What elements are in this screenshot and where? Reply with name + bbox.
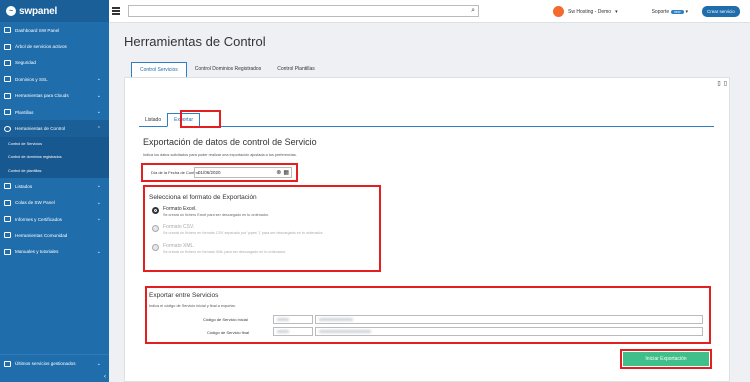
subitem-control-servicios[interactable]: Control de Servicios — [0, 136, 109, 151]
globe-icon — [4, 76, 11, 83]
book-icon — [4, 248, 11, 255]
subtab-listado[interactable]: Listado — [139, 114, 167, 126]
sidebar-item-dominios[interactable]: Dominios y SSL ⌄ — [0, 71, 109, 87]
between-description: Indica el código de Servicio inicial y f… — [149, 304, 236, 308]
page-title: Herramientas de Control — [124, 34, 266, 49]
iniciar-exportacion-button[interactable]: Iniciar Exportación — [623, 352, 709, 366]
topbar: ⌕ Sw Hosting - Demo ▾ Soporte new ▾ Crear … — [109, 0, 750, 23]
brand-name: swpanel — [19, 5, 58, 17]
subitem-control-plantillas[interactable]: Control de plantillas — [0, 164, 109, 179]
subitem-control-dominios[interactable]: Control de dominios registrados — [0, 150, 109, 165]
logo[interactable]: ~ swpanel — [0, 0, 109, 22]
highlight-exportar — [180, 110, 221, 128]
final-field-2[interactable] — [315, 327, 703, 336]
cloud-tools-icon — [4, 92, 11, 99]
sidebar-item-ultimos[interactable]: Últimos servicios gestionados ⌄ — [0, 354, 109, 372]
radio-xml[interactable]: Formato XML. Se creará un fichero en form… — [152, 243, 286, 254]
between-title: Exportar entre Servicios — [149, 292, 219, 299]
sidebar-item-dashboard[interactable]: Dashboard SW Panel — [0, 22, 109, 38]
main-tabs: Control Servicios Control Dominios Regis… — [131, 62, 323, 77]
radio-excel[interactable]: Formato Excel. Se creará un fichero Excel… — [152, 206, 269, 217]
hamburger-menu-icon[interactable] — [112, 7, 120, 15]
sidebar-item-comunidad[interactable]: Herramientas Comunidad — [0, 227, 109, 243]
queue-icon — [4, 199, 11, 206]
radio-unselected-icon — [152, 244, 159, 251]
dashboard-icon — [4, 27, 11, 34]
radio-selected-icon — [152, 207, 159, 214]
caret-down-icon[interactable]: ▾ — [615, 9, 618, 15]
sidebar: ~ swpanel Dashboard SW Panel Árbol de se… — [0, 0, 109, 382]
sidebar-item-arbol[interactable]: Árbol de servicios activos — [0, 38, 109, 54]
search-icon[interactable]: ⌕ — [471, 7, 475, 15]
list-icon — [4, 183, 11, 190]
chevron-down-icon: ⌄ — [96, 248, 101, 255]
chevron-down-icon: ⌄ — [96, 76, 101, 83]
sidebar-item-control[interactable]: Herramientas de Control ⌃ — [0, 120, 109, 137]
sidebar-item-colas[interactable]: Colas de SW Panel ⌄ — [0, 195, 109, 211]
tab-control-servicios[interactable]: Control Servicios — [131, 62, 187, 77]
format-title: Selecciona el formato de Exportación — [149, 194, 257, 201]
export-icons: ▯ ▯ — [717, 80, 727, 87]
search-input[interactable]: ⌕ — [128, 5, 479, 17]
crear-servicio-button[interactable]: Crear servicio — [702, 6, 740, 17]
calendar-icon[interactable]: ▦ — [283, 169, 289, 176]
swpanel-logo-icon: ~ — [6, 6, 16, 16]
topbar-right: Sw Hosting - Demo ▾ Soporte new ▾ Crear se… — [553, 0, 740, 23]
community-icon — [4, 232, 11, 239]
tab-control-plantillas[interactable]: Control Plantillas — [269, 62, 323, 77]
sidebar-item-plantillas[interactable]: Plantillas ⌄ — [0, 104, 109, 120]
tab-control-dominios[interactable]: Control Dominios Registrados — [187, 62, 269, 77]
chevron-up-icon: ⌃ — [96, 125, 101, 132]
final-field-1[interactable] — [273, 327, 313, 336]
inicial-field-1[interactable] — [273, 315, 313, 324]
clear-date-icon[interactable]: ⊗ — [276, 169, 281, 176]
account-switcher[interactable]: Sw Hosting - Demo — [568, 9, 611, 15]
chevron-down-icon: ⌄ — [96, 216, 101, 223]
sidebar-item-clouds[interactable]: Herramientas para Clouds ⌄ — [0, 88, 109, 104]
tree-icon — [4, 43, 11, 50]
pdf-icon[interactable]: ▯ — [717, 80, 720, 87]
sidebar-bottom: Últimos servicios gestionados ⌄ ‹ — [0, 354, 109, 382]
check-circle-icon — [4, 125, 11, 132]
inicial-field-2[interactable] — [315, 315, 703, 324]
template-icon — [4, 109, 11, 116]
export-title: Exportación de datos de control de Servi… — [143, 137, 317, 147]
chevron-left-icon: ‹ — [104, 374, 106, 380]
fecha-field[interactable]: 01/06/2020 ⊗ ▦ — [194, 167, 292, 178]
final-label: Código de Servicio final — [207, 330, 250, 335]
radio-csv[interactable]: Formato CSV. Se creará un fichero en form… — [152, 224, 324, 235]
soporte-menu[interactable]: Soporte new ▾ — [652, 9, 688, 15]
chevron-down-icon: ⌄ — [96, 183, 101, 190]
radio-unselected-icon — [152, 225, 159, 232]
export-description: Indica los datos solicitados para poder … — [143, 153, 297, 157]
sidebar-item-informes[interactable]: Informes y Certificados ⌄ — [0, 211, 109, 227]
excel-icon[interactable]: ▯ — [724, 80, 727, 87]
sidebar-item-listados[interactable]: Listados ⌄ — [0, 178, 109, 194]
history-icon — [4, 360, 11, 367]
sidebar-collapse-toggle[interactable]: ‹ — [0, 372, 109, 382]
report-icon — [4, 216, 11, 223]
chevron-down-icon: ⌄ — [96, 109, 101, 116]
chevron-down-icon: ⌄ — [96, 199, 101, 206]
soporte-badge: new — [671, 9, 684, 14]
sidebar-item-manuales[interactable]: Manuales y tutoriales ⌄ — [0, 244, 109, 260]
chevron-down-icon: ⌄ — [96, 360, 101, 367]
shield-icon — [4, 59, 11, 66]
fecha-label: Día de la Fecha de Control — [151, 170, 199, 175]
caret-down-icon: ▾ — [685, 8, 689, 15]
content-panel: ▯ ▯ Listado Exportar Exportación de datos… — [124, 77, 730, 382]
sidebar-item-seguridad[interactable]: Seguridad — [0, 55, 109, 71]
subtabs: Listado Exportar — [139, 109, 714, 127]
chevron-down-icon: ⌄ — [96, 92, 101, 99]
account-avatar-icon — [553, 6, 564, 17]
inicial-label: Código de Servicio inicial — [203, 317, 248, 322]
